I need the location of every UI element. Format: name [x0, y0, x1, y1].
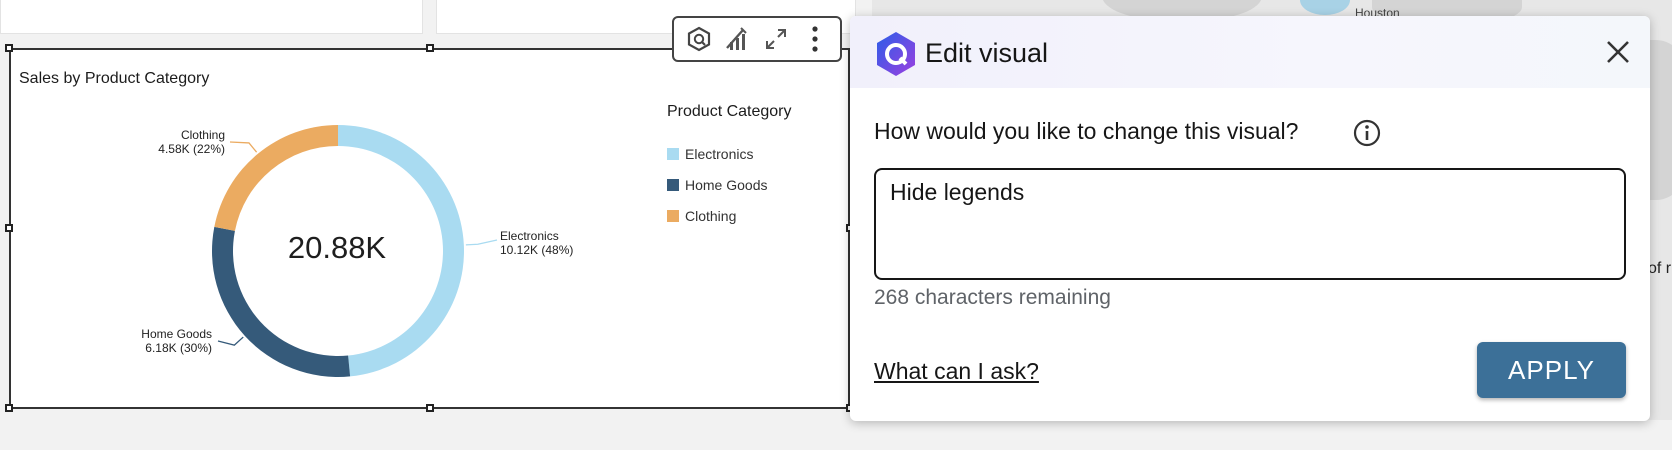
resize-handle-bottom-center[interactable] [426, 404, 434, 412]
legend-label-home-goods: Home Goods [685, 177, 768, 193]
legend-swatch-home-goods [667, 179, 679, 191]
q-assistant-logo-icon [877, 32, 915, 76]
ai-hexagon-icon [688, 26, 711, 52]
dashboard-card-top-left [0, 0, 423, 34]
legend-swatch-clothing [667, 210, 679, 222]
resize-handle-top-left[interactable] [5, 44, 13, 52]
what-can-i-ask-link[interactable]: What can I ask? [874, 358, 1039, 385]
characters-remaining: 268 characters remaining [874, 286, 1111, 309]
legend-item-home-goods[interactable]: Home Goods [667, 177, 767, 193]
data-label-clothing-category: Clothing [180, 128, 225, 142]
edit-visual-panel: Edit visual How would you like to change… [850, 16, 1650, 421]
data-label-electronics: Electronics 10.12K (48%) [500, 229, 573, 257]
data-label-home-goods-value: 6.18K (30%) [145, 341, 212, 355]
data-label-clothing-value: 4.58K (22%) [158, 142, 225, 156]
more-options-button[interactable] [798, 22, 832, 56]
legend-label-clothing: Clothing [685, 208, 737, 224]
map-text-fragment: of r [1648, 260, 1672, 277]
resize-handle-bottom-left[interactable] [5, 404, 13, 412]
edit-visual-button[interactable] [721, 22, 755, 56]
expand-icon [766, 29, 787, 49]
apply-button[interactable]: APPLY [1477, 342, 1626, 398]
close-icon[interactable] [1602, 36, 1634, 68]
legend-swatch-electronics [667, 148, 679, 160]
legend-label-electronics: Electronics [685, 146, 754, 162]
expand-button[interactable] [759, 22, 793, 56]
info-icon[interactable] [1352, 118, 1382, 148]
ai-edit-button[interactable] [682, 22, 716, 56]
edit-visual-icon [725, 27, 747, 50]
data-label-clothing: Clothing 4.58K (22%) [148, 128, 225, 156]
prompt-input[interactable]: Hide legends [874, 168, 1626, 280]
legend-title: Product Category [667, 103, 792, 120]
data-label-electronics-category: Electronics [500, 229, 559, 243]
donut-center-total: 20.88K [287, 230, 387, 265]
prompt-question: How would you like to change this visual… [874, 118, 1299, 144]
legend-item-clothing[interactable]: Clothing [667, 208, 736, 224]
data-label-home-goods-category: Home Goods [141, 327, 212, 341]
visual-title: Sales by Product Category [19, 70, 210, 87]
panel-title: Edit visual [925, 38, 1049, 68]
resize-handle-mid-left[interactable] [5, 224, 13, 232]
data-label-electronics-value: 10.12K (48%) [500, 243, 574, 257]
resize-handle-top-center[interactable] [426, 44, 434, 52]
data-label-home-goods: Home Goods 6.18K (30%) [140, 327, 212, 355]
more-options-icon [812, 26, 818, 52]
legend-item-electronics[interactable]: Electronics [667, 146, 753, 162]
visual-toolbar [672, 16, 842, 62]
